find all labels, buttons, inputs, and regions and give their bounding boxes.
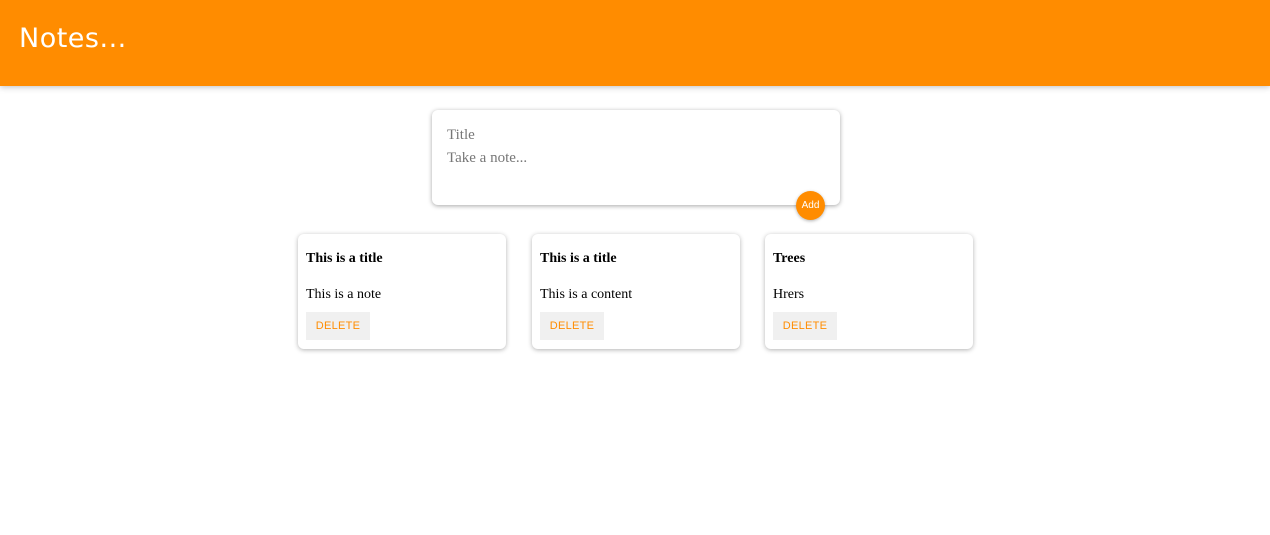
note-title: This is a title xyxy=(540,251,617,266)
app-header: Notes... xyxy=(0,0,1270,86)
create-note-form xyxy=(432,110,840,205)
note-card: This is a title This is a note DELETE xyxy=(298,234,506,349)
note-content-input[interactable] xyxy=(447,150,817,190)
delete-note-button[interactable]: DELETE xyxy=(773,312,837,340)
add-note-button[interactable]: Add xyxy=(796,191,825,220)
note-content: Hrers xyxy=(773,287,805,302)
delete-note-button[interactable]: DELETE xyxy=(306,312,370,340)
note-title: This is a title xyxy=(306,251,383,266)
note-content: This is a content xyxy=(540,287,633,302)
note-content: This is a note xyxy=(306,287,382,302)
note-card: Trees Hrers DELETE xyxy=(765,234,973,349)
app-title: Notes... xyxy=(19,23,127,54)
note-title-input[interactable] xyxy=(447,125,817,145)
delete-note-button[interactable]: DELETE xyxy=(540,312,604,340)
note-title: Trees xyxy=(773,251,806,266)
note-card: This is a title This is a content DELETE xyxy=(532,234,740,349)
